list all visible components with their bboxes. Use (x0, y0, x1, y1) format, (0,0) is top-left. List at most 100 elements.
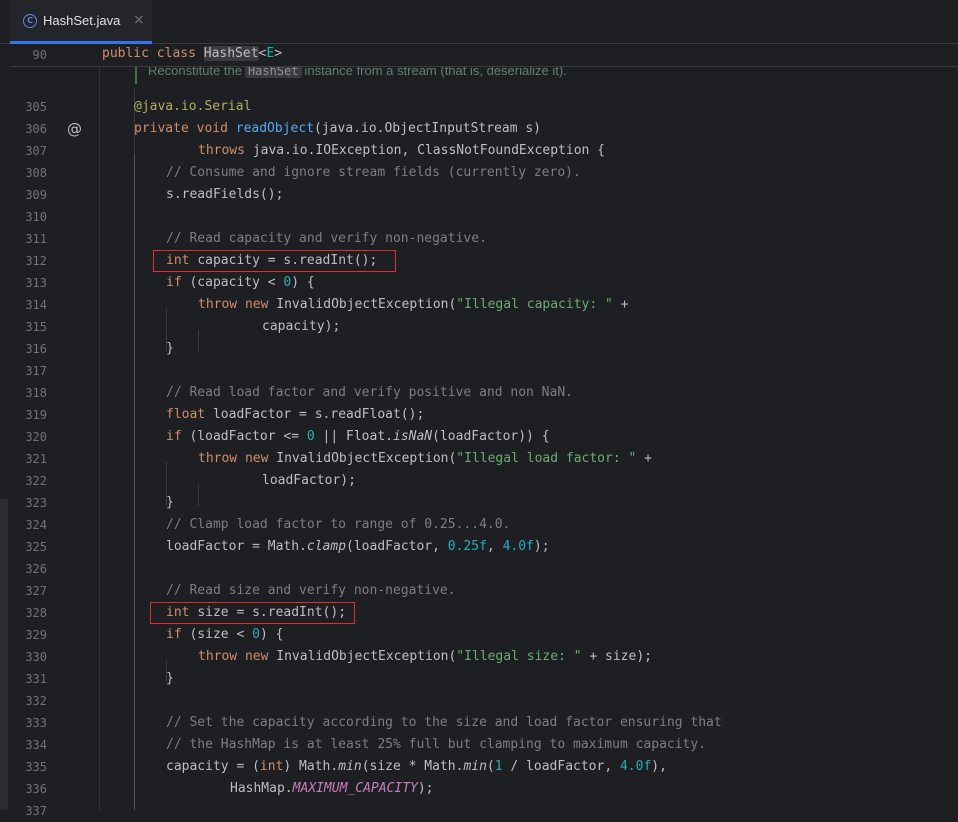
line-number: 307 (25, 144, 47, 158)
code-token: // Consume and ignore stream fields (cur… (166, 165, 581, 180)
code-token: public class (102, 46, 204, 61)
line-number: 324 (25, 518, 47, 532)
tab-hashset-java[interactable]: C HashSet.java × (10, 0, 152, 44)
code-editor[interactable]: Reconstitute the HashSet instance from a s… (0, 44, 958, 818)
code-line[interactable]: private void readObject(java.io.ObjectIn… (134, 118, 541, 140)
code-token: if (166, 429, 190, 444)
code-line[interactable]: // Clamp load factor to range of 0.25...… (166, 514, 510, 536)
code-token: "Illegal load factor: " (456, 451, 637, 466)
code-token: InvalidObjectException( (276, 649, 457, 664)
code-line[interactable]: // Read size and verify non-negative. (166, 580, 456, 602)
code-line[interactable]: // Read capacity and verify non-negative… (166, 228, 487, 250)
code-token: 4.0f (502, 539, 534, 554)
code-token: throw new (198, 451, 277, 466)
line-number: 305 (25, 100, 47, 114)
code-token: throw new (198, 649, 277, 664)
code-line[interactable]: // Set the capacity according to the siz… (166, 712, 722, 734)
code-token: int (259, 759, 284, 774)
code-token: ) Math. (283, 759, 339, 774)
code-line[interactable]: } (166, 338, 174, 360)
sticky-line-number: 90 (32, 48, 47, 62)
code-token: s.readFields(); (166, 187, 284, 202)
code-token: private void (134, 121, 236, 136)
code-token: || Float. (314, 429, 393, 444)
code-token: int (166, 253, 198, 268)
code-line[interactable]: // the HashMap is at least 25% full but … (166, 734, 706, 756)
line-number: 315 (25, 320, 47, 334)
code-line[interactable]: } (166, 668, 174, 690)
code-token: capacity); (262, 319, 341, 334)
code-token: > (274, 46, 283, 61)
close-icon[interactable]: × (133, 12, 145, 28)
gutter-separator (99, 44, 100, 810)
code-line[interactable]: if (size < 0) { (166, 624, 283, 646)
line-number: 329 (25, 628, 47, 642)
sticky-scroll-header[interactable]: 90 public class HashSet<E> (10, 44, 958, 67)
code-line[interactable]: capacity = (int) Math.min(size * Math.mi… (166, 756, 667, 778)
left-scroll-strip (0, 499, 8, 810)
line-number: 311 (25, 232, 47, 246)
code-line[interactable]: loadFactor = Math.clamp(loadFactor, 0.25… (166, 536, 550, 558)
code-token: (loadFactor <= (189, 429, 307, 444)
code-token: isNaN (393, 429, 433, 444)
code-line[interactable]: loadFactor); (262, 470, 356, 492)
code-token: @java.io.Serial (134, 99, 252, 114)
code-line[interactable]: capacity); (262, 316, 340, 338)
java-class-icon: C (23, 14, 37, 28)
code-line[interactable]: @java.io.Serial (134, 96, 251, 118)
line-number: 330 (25, 650, 47, 664)
code-line[interactable]: throw new InvalidObjectException("Illega… (198, 448, 652, 470)
line-number: 333 (25, 716, 47, 730)
code-token: + (612, 297, 629, 312)
code-token: } (166, 341, 174, 356)
code-token: 0.25f (447, 539, 487, 554)
code-line[interactable]: // Read load factor and verify positive … (166, 382, 573, 404)
code-line[interactable]: s.readFields(); (166, 184, 283, 206)
code-token: InvalidObjectException( (276, 297, 457, 312)
editor-tab-bar: C HashSet.java × (0, 0, 958, 44)
code-token: ), (651, 759, 667, 774)
code-line[interactable]: float loadFactor = s.readFloat(); (166, 404, 424, 426)
line-number: 317 (25, 364, 47, 378)
code-token: ) { (291, 275, 315, 290)
code-token: (java.io.ObjectInputStream s) (314, 121, 542, 136)
line-number: 306 (25, 122, 47, 136)
code-line[interactable]: if (capacity < 0) { (166, 272, 315, 294)
code-line[interactable]: // Consume and ignore stream fields (cur… (166, 162, 581, 184)
line-number: 331 (25, 672, 47, 686)
sticky-code-line: public class HashSet<E> (102, 43, 282, 65)
code-token: loadFactor = s.readFloat(); (212, 407, 425, 422)
code-line[interactable]: throw new InvalidObjectException("Illega… (198, 294, 629, 316)
code-token: capacity = s.readInt(); (197, 253, 378, 268)
indent-guide (198, 330, 199, 352)
code-token: if (166, 275, 190, 290)
code-token: 1 (494, 759, 503, 774)
code-token: InvalidObjectException( (276, 451, 457, 466)
code-line[interactable]: int size = s.readInt(); (166, 602, 346, 624)
line-number: 326 (25, 562, 47, 576)
code-line[interactable]: throw new InvalidObjectException("Illega… (198, 646, 652, 668)
line-number: 319 (25, 408, 47, 422)
code-token: if (166, 627, 190, 642)
override-marker-icon[interactable]: @ (67, 120, 82, 138)
code-line[interactable]: throws java.io.IOException, ClassNotFoun… (198, 140, 605, 162)
code-token: // Read load factor and verify positive … (166, 385, 573, 400)
code-line[interactable]: if (loadFactor <= 0 || Float.isNaN(loadF… (166, 426, 550, 448)
code-token: } (166, 495, 174, 510)
code-line[interactable]: HashMap.MAXIMUM_CAPACITY); (230, 778, 434, 800)
line-number: 332 (25, 694, 47, 708)
code-token: ( (486, 759, 495, 774)
line-number: 313 (25, 276, 47, 290)
line-number: 335 (25, 760, 47, 774)
code-token: + size); (581, 649, 652, 664)
line-number: 310 (25, 210, 47, 224)
code-token: min (463, 759, 487, 774)
line-number: 309 (25, 188, 47, 202)
line-number: 322 (25, 474, 47, 488)
code-token: MAXIMUM_CAPACITY (292, 781, 418, 796)
line-number: 334 (25, 738, 47, 752)
code-token: loadFactor); (262, 473, 356, 488)
code-token: readObject (235, 121, 315, 136)
code-line[interactable]: } (166, 492, 174, 514)
code-line[interactable]: int capacity = s.readInt(); (166, 250, 377, 272)
